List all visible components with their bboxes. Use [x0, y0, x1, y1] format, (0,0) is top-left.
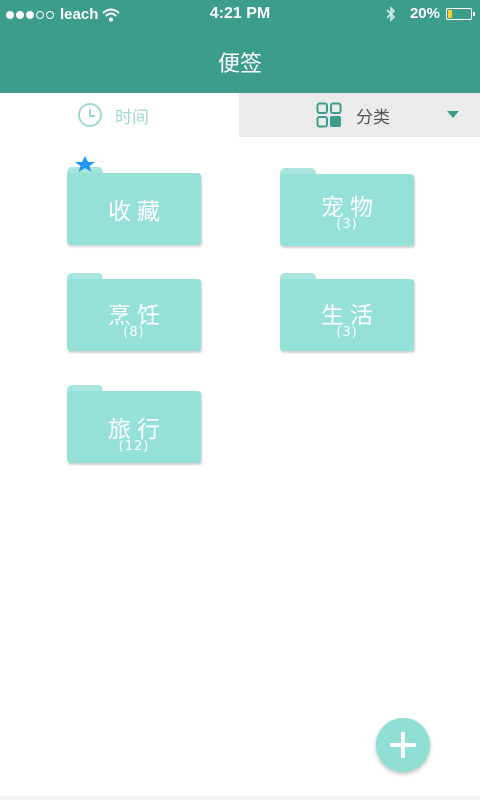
page-title: 便签 — [217, 52, 262, 77]
status-bar: leach 4:21 PM 20% — [0, 0, 480, 30]
folder-travel[interactable]: 旅行 (12) — [67, 385, 201, 463]
add-note-button[interactable] — [376, 718, 430, 772]
grid-icon — [316, 102, 342, 128]
battery-fill — [448, 9, 452, 18]
battery-percent: 20% — [409, 5, 440, 22]
folder-count: (3) — [336, 217, 358, 232]
caret-down-icon[interactable] — [447, 111, 459, 119]
app-header: leach 4:21 PM 20% 便签 — [0, 0, 480, 93]
folder-pets[interactable]: 宠物 (3) — [280, 168, 414, 246]
bluetooth-icon — [386, 6, 396, 22]
bottom-edge — [0, 796, 480, 800]
tab-time[interactable]: 时间 — [0, 93, 239, 137]
battery-status: 20% — [409, 5, 475, 22]
tab-bar: 时间 分类 — [0, 93, 480, 137]
tab-category-label: 分类 — [356, 107, 390, 128]
tab-category[interactable]: 分类 — [239, 93, 480, 137]
clock-icon — [78, 103, 102, 127]
folder-count: (12) — [118, 439, 150, 454]
folder-count: (3) — [336, 325, 358, 340]
tab-time-label: 时间 — [115, 107, 149, 128]
folder-name: 收藏 — [108, 199, 166, 225]
status-time: 4:21 PM — [209, 5, 271, 22]
battery-icon — [446, 7, 475, 20]
folder-cooking[interactable]: 烹饪 (8) — [67, 273, 201, 351]
star-icon — [75, 156, 95, 172]
folder-count: (8) — [123, 325, 145, 340]
folder-favorites[interactable]: 收藏 — [67, 156, 201, 245]
folder-life[interactable]: 生活 (3) — [280, 273, 414, 351]
